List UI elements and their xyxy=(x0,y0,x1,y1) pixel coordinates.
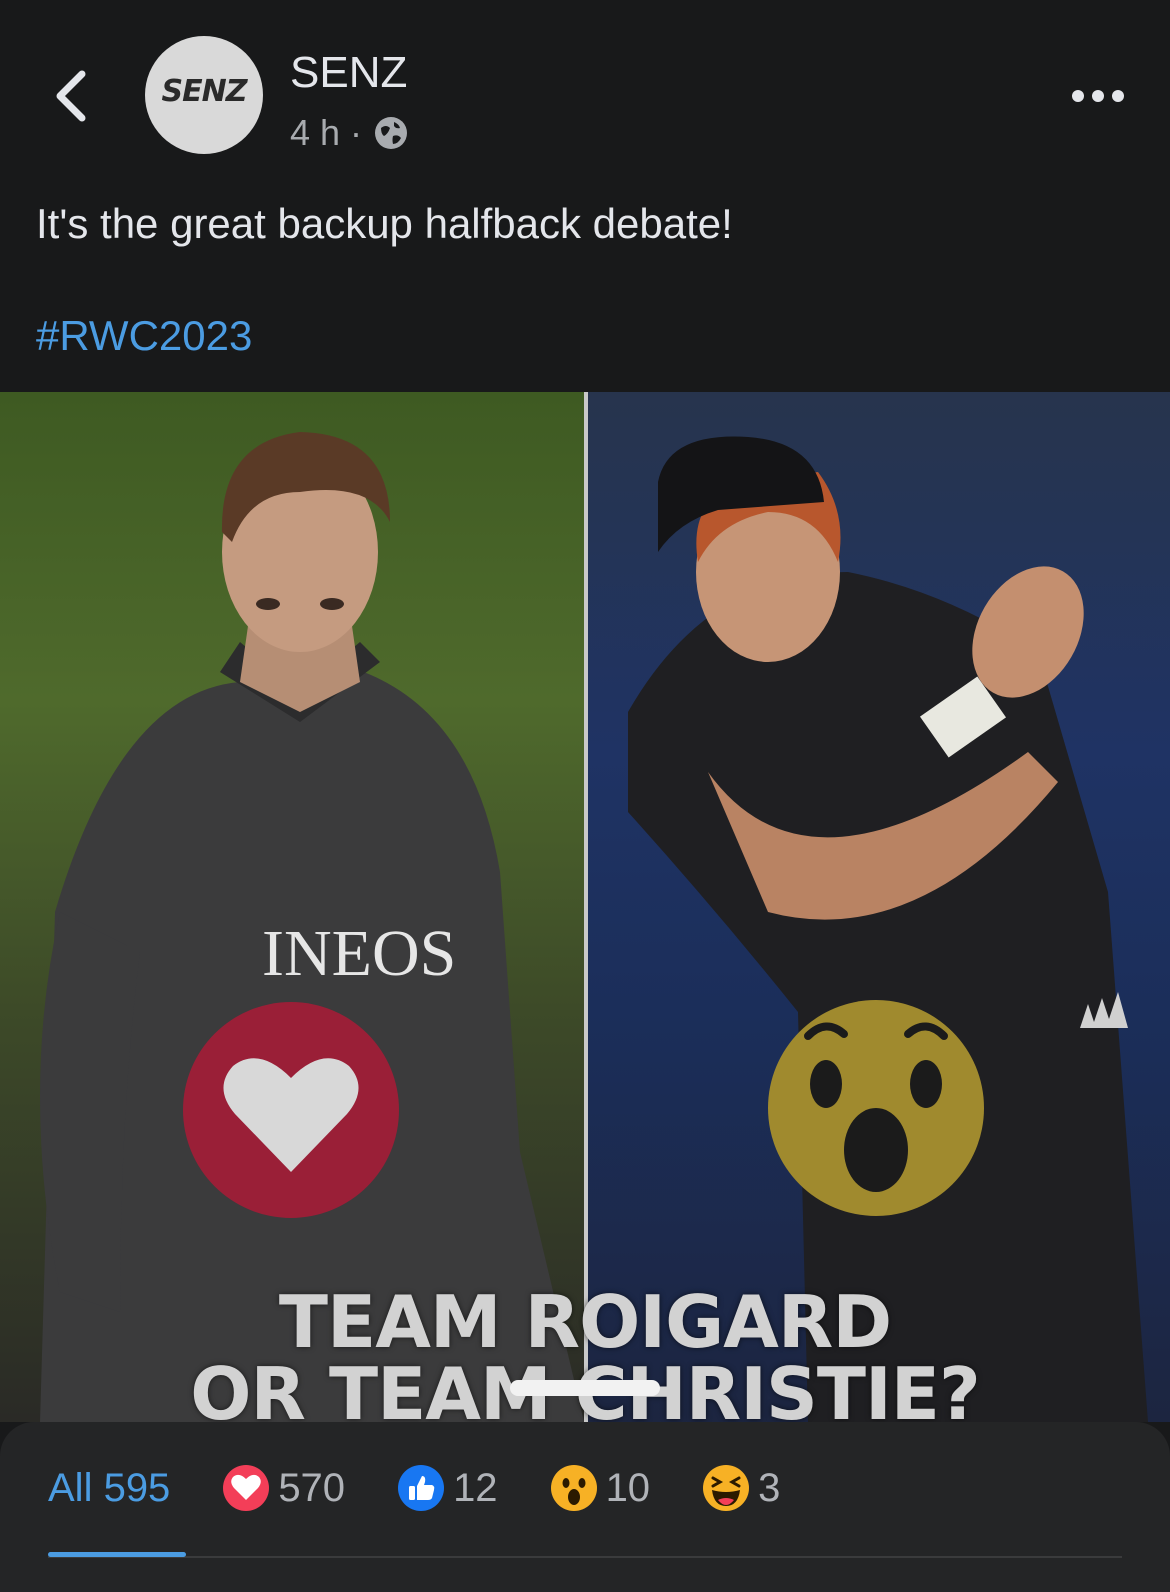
tab-haha[interactable]: 3 xyxy=(702,1464,780,1512)
love-reaction-icon xyxy=(183,1002,399,1218)
post-text: It's the great backup halfback debate! xyxy=(36,200,733,247)
tab-wow[interactable]: 10 xyxy=(550,1464,651,1512)
like-reaction-icon xyxy=(398,1465,445,1511)
reaction-tabs: All 595 570 12 10 3 xyxy=(48,1464,832,1512)
home-indicator xyxy=(510,1380,660,1396)
post-image[interactable]: INEOS TEAM ROIGARD OR TEAM CHRISTIE? xyxy=(0,392,1170,1422)
post-meta: 4 h · xyxy=(290,112,410,154)
wow-reaction-icon xyxy=(550,1465,597,1511)
tabs-divider xyxy=(48,1556,1122,1558)
love-reaction-icon xyxy=(223,1465,270,1511)
like-count: 12 xyxy=(453,1465,498,1510)
tab-like[interactable]: 12 xyxy=(397,1464,498,1512)
page-name[interactable]: SENZ xyxy=(290,48,407,98)
right-player-photo xyxy=(628,436,1148,1422)
more-horizontal-icon[interactable] xyxy=(1072,84,1124,108)
tab-love[interactable]: 570 xyxy=(222,1464,345,1512)
right-player-panel xyxy=(588,392,1170,1422)
post-time: 4 h · xyxy=(290,112,363,153)
hashtag-link[interactable]: #RWC2023 xyxy=(36,312,252,360)
chevron-left-icon[interactable] xyxy=(48,66,96,126)
senz-logo: SENZ xyxy=(161,74,248,109)
svg-text:INEOS: INEOS xyxy=(262,917,456,990)
wow-count: 10 xyxy=(605,1465,651,1510)
left-player-photo: INEOS xyxy=(40,432,584,1422)
reactions-sheet: All 595 570 12 10 3 xyxy=(0,1422,1170,1592)
love-count: 570 xyxy=(278,1465,346,1510)
post-header: SENZ SENZ 4 h · xyxy=(0,0,1170,180)
tab-all-label: All 595 xyxy=(48,1465,171,1510)
page-avatar[interactable]: SENZ xyxy=(145,36,263,154)
haha-reaction-icon xyxy=(703,1465,750,1511)
left-player-panel: INEOS xyxy=(0,392,584,1422)
haha-count: 3 xyxy=(758,1465,781,1510)
globe-icon xyxy=(375,117,408,149)
wow-reaction-icon xyxy=(768,1000,984,1216)
tab-all[interactable]: All 595 xyxy=(48,1466,170,1511)
active-tab-indicator xyxy=(48,1552,186,1557)
